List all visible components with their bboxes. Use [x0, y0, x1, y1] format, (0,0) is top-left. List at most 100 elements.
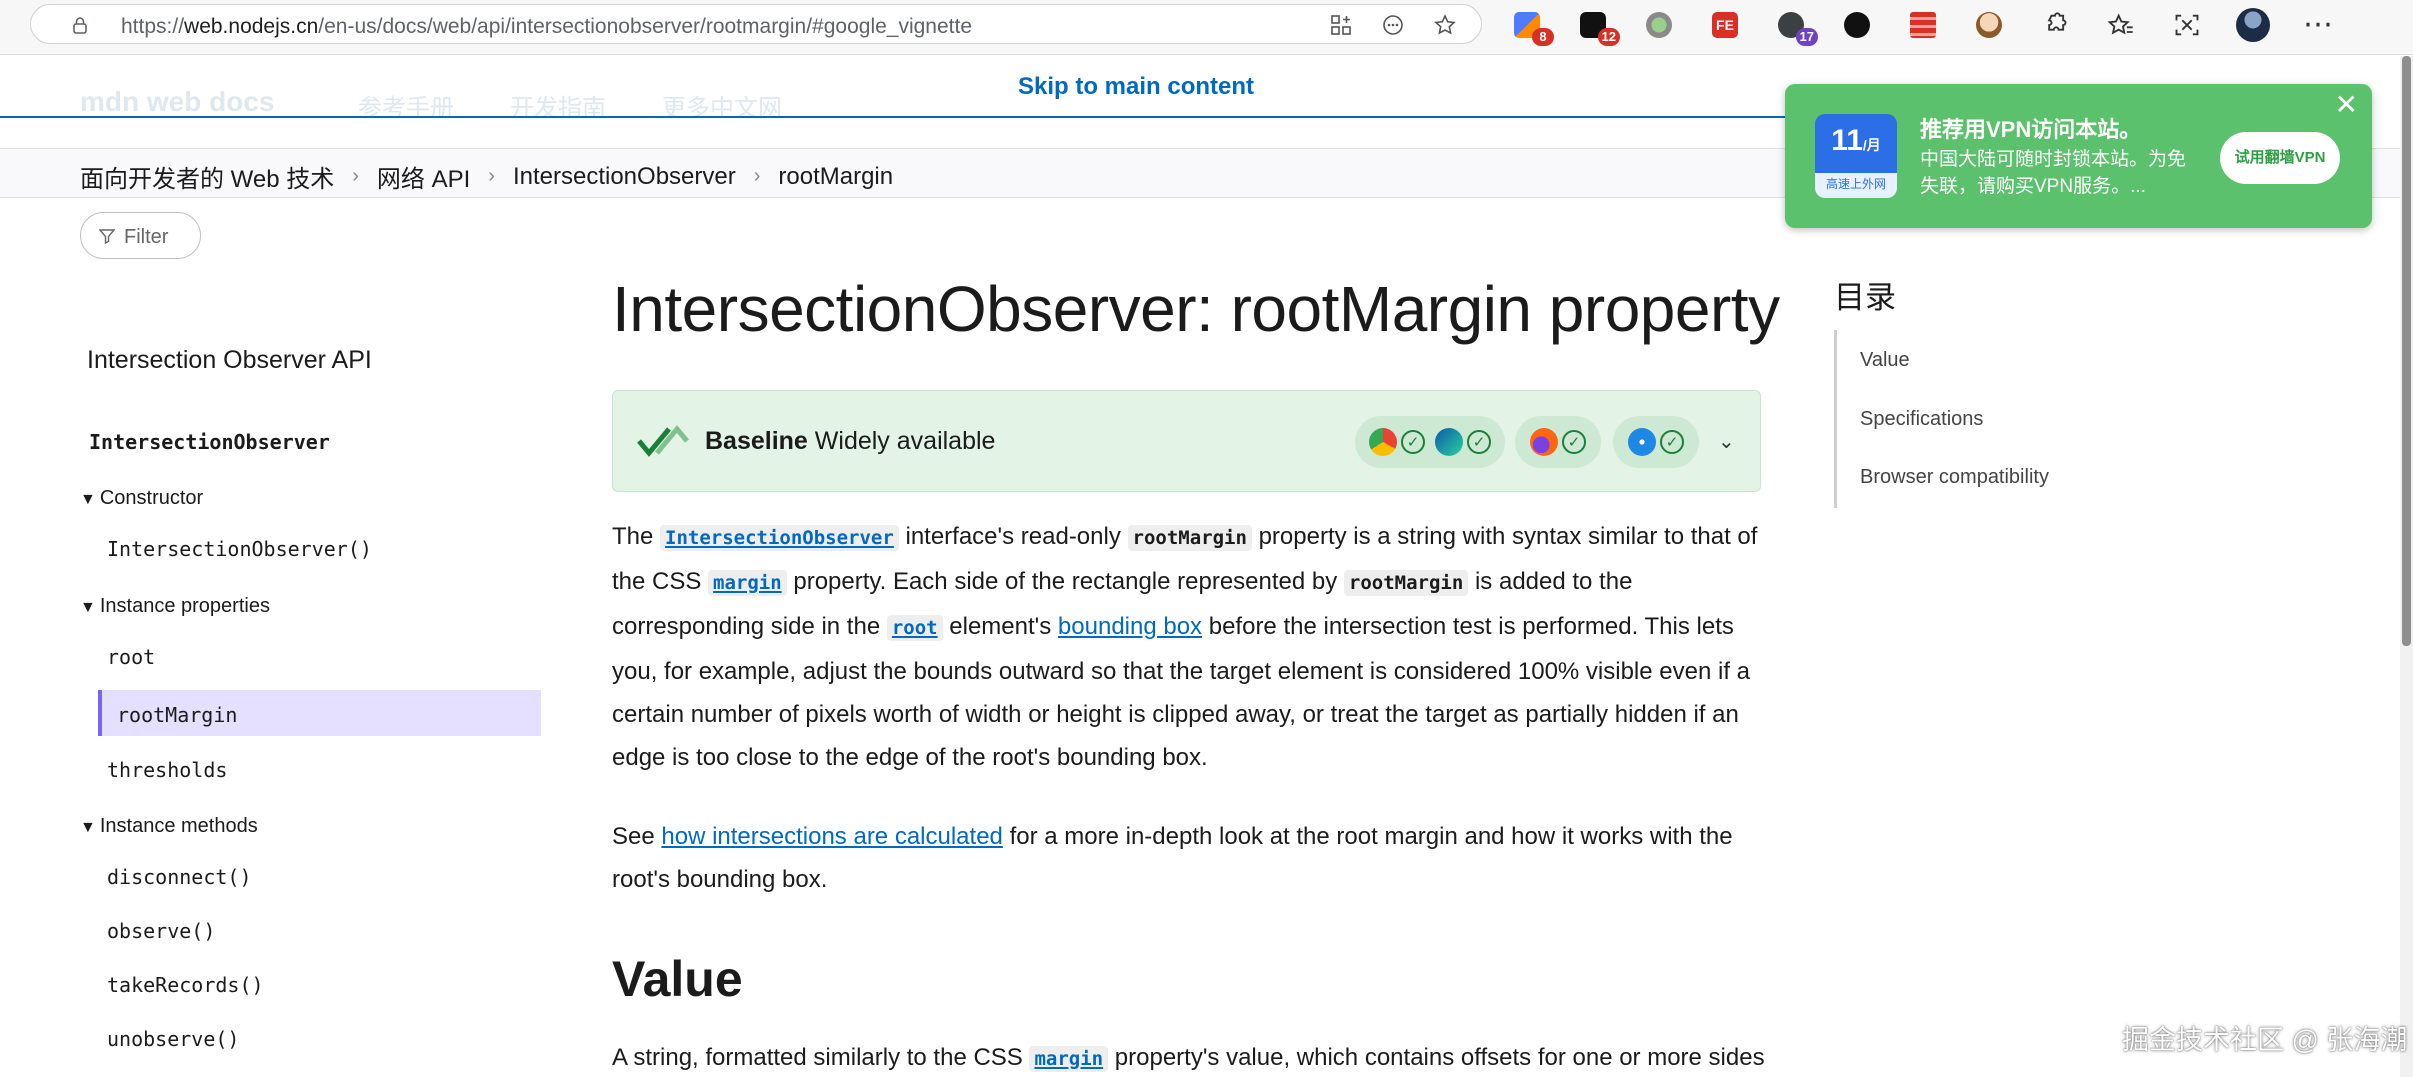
- chevron-right-icon: ›: [488, 165, 495, 187]
- extension-fe[interactable]: FE: [1708, 8, 1742, 42]
- favorites-button[interactable]: [2104, 8, 2138, 42]
- safari-icon: [1628, 428, 1656, 456]
- try-vpn-button[interactable]: 试用翻墙VPN: [2220, 132, 2340, 184]
- sidebar-group-label: Instance methods: [99, 815, 258, 837]
- sidebar-item-constructor[interactable]: IntersectionObserver(): [107, 537, 372, 561]
- browser-support-safari: ✓: [1613, 416, 1699, 468]
- page-title: IntersectionObserver: rootMargin propert…: [612, 273, 1780, 345]
- extension-face[interactable]: [1972, 8, 2006, 42]
- favorite-star-icon[interactable]: [1433, 13, 1457, 37]
- more-dots-icon: ⋯: [2303, 8, 2335, 41]
- watermark-text: 掘金技术社区 @ 张海潮: [2122, 1025, 2408, 1055]
- breadcrumb-item[interactable]: 面向开发者的 Web 技术: [80, 159, 334, 194]
- breadcrumb: 面向开发者的 Web 技术 › 网络 API › IntersectionObs…: [80, 159, 893, 194]
- link-intersectionobserver[interactable]: IntersectionObserver: [660, 523, 899, 551]
- lock-icon[interactable]: [71, 16, 89, 34]
- toc-item-specifications[interactable]: Specifications: [1860, 408, 1983, 431]
- sidebar-item-observe[interactable]: observe(): [107, 919, 215, 943]
- link-margin[interactable]: margin: [708, 568, 787, 596]
- face-icon: [1976, 12, 2002, 38]
- sidebar-item-intersectionobserver[interactable]: IntersectionObserver: [89, 430, 330, 454]
- caret-down-icon: ▼: [80, 819, 96, 836]
- promo-image-caption: 高速上外网: [1825, 177, 1886, 191]
- baseline-label: Baseline Widely available: [705, 427, 995, 456]
- check-icon: ✓: [1467, 430, 1491, 454]
- sidebar-group-methods[interactable]: ▼ Instance methods: [80, 815, 258, 838]
- value-paragraph: A string, formatted similarly to the CSS…: [612, 1044, 1765, 1072]
- sidebar-item-disconnect[interactable]: disconnect(): [107, 865, 252, 889]
- settings-more-button[interactable]: ⋯: [2302, 8, 2336, 42]
- sidebar-filter-input[interactable]: Filter: [80, 212, 201, 259]
- github-icon: [1844, 12, 1870, 38]
- sidebar-item-rootmargin[interactable]: rootMargin: [117, 703, 237, 727]
- toc-item-value[interactable]: Value: [1860, 349, 1910, 372]
- section-heading-value: Value: [612, 951, 743, 1007]
- extension-badge: 17: [1795, 28, 1818, 46]
- app-available-icon[interactable]: [1329, 13, 1353, 37]
- code-rootmargin: rootMargin: [1127, 525, 1252, 551]
- baseline-banner[interactable]: Baseline Widely available ✓ ✓ ✓ ✓ ⌄: [612, 390, 1761, 492]
- toc-item-browser-compatibility[interactable]: Browser compatibility: [1860, 466, 2049, 489]
- baseline-status: Widely available: [814, 427, 996, 455]
- filter-placeholder: Filter: [124, 226, 169, 248]
- sidebar-title[interactable]: Intersection Observer API: [87, 346, 372, 375]
- extension-puzzle-grid[interactable]: 8: [1510, 8, 1554, 46]
- toc-title: 目录: [1834, 280, 1896, 315]
- link-root[interactable]: root: [886, 613, 943, 641]
- promo-title: 推荐用VPN访问本站。: [1920, 117, 2142, 142]
- sidebar-item-root[interactable]: root: [107, 645, 155, 669]
- link-margin[interactable]: margin: [1029, 1044, 1109, 1072]
- breadcrumb-item[interactable]: IntersectionObserver: [513, 163, 736, 191]
- url-scheme: https://: [121, 15, 185, 38]
- scrollbar-thumb[interactable]: [2402, 56, 2411, 646]
- url-text[interactable]: https://web.nodejs.cn/en-us/docs/web/api…: [121, 15, 972, 39]
- link-bounding-box[interactable]: bounding box: [1058, 613, 1202, 640]
- address-bar[interactable]: https://web.nodejs.cn/en-us/docs/web/api…: [30, 4, 1482, 44]
- browser-toolbar: https://web.nodejs.cn/en-us/docs/web/api…: [0, 0, 2413, 55]
- breadcrumb-item[interactable]: 网络 API: [377, 159, 470, 194]
- profile-button[interactable]: [2236, 8, 2270, 42]
- extension-circle[interactable]: [1642, 8, 1676, 42]
- firefox-icon: [1530, 428, 1558, 456]
- sidebar-group-label: Instance properties: [99, 595, 270, 617]
- notes-icon: [1910, 12, 1936, 38]
- intro-paragraph: The IntersectionObserver interface's rea…: [612, 523, 1758, 771]
- browser-support-firefox: ✓: [1515, 416, 1601, 468]
- edge-icon: [1435, 428, 1463, 456]
- check-icon: ✓: [1562, 430, 1586, 454]
- url-path: /en-us/docs/web/api/intersectionobserver…: [318, 15, 973, 38]
- check-icon: ✓: [1660, 430, 1684, 454]
- extensions-bar: 8 12 FE 17 ⋯: [1510, 8, 2336, 46]
- favorites-star-icon: [2107, 13, 2133, 35]
- page-scrollbar[interactable]: [2400, 56, 2413, 1077]
- extensions-puzzle-button[interactable]: [2038, 8, 2072, 42]
- sidebar-item-unobserve[interactable]: unobserve(): [107, 1027, 239, 1051]
- extension-wordpress[interactable]: 17: [1774, 8, 1818, 46]
- sidebar-group-constructor[interactable]: ▼ Constructor: [80, 487, 203, 510]
- vpn-promo-popup: 11/月 高速上外网 推荐用VPN访问本站。 中国大陆可随时封锁本站。为免失联，…: [1785, 84, 2372, 228]
- browser-support-chromium: ✓ ✓: [1355, 416, 1505, 468]
- breadcrumb-item-current[interactable]: rootMargin: [778, 163, 893, 191]
- chrome-icon: [1369, 428, 1397, 456]
- baseline-check-icon: [637, 425, 689, 457]
- reading-emoji-icon[interactable]: [1381, 13, 1405, 37]
- extension-chat[interactable]: 12: [1576, 8, 1620, 46]
- close-icon[interactable]: ✕: [2335, 88, 2358, 121]
- sidebar-group-label: Constructor: [99, 487, 204, 509]
- screenshot-button[interactable]: [2170, 8, 2204, 42]
- link-how-intersections-calculated[interactable]: how intersections are calculated: [661, 823, 1003, 850]
- avatar: [2236, 8, 2270, 42]
- extension-notes[interactable]: [1906, 8, 1940, 42]
- sidebar-item-thresholds[interactable]: thresholds: [107, 758, 227, 782]
- chevron-down-icon[interactable]: ⌄: [1718, 429, 1735, 454]
- vpn-promo-image: 11/月 高速上外网: [1815, 114, 1897, 198]
- url-host: web.nodejs.cn: [184, 15, 319, 38]
- sidebar-group-properties[interactable]: ▼ Instance properties: [80, 595, 270, 618]
- sidebar-item-takerecords[interactable]: takeRecords(): [107, 973, 264, 997]
- fe-icon: FE: [1712, 12, 1738, 38]
- filter-icon: [99, 229, 115, 244]
- toc-divider: [1834, 330, 1837, 508]
- circle-icon: [1646, 12, 1672, 38]
- extension-github[interactable]: [1840, 8, 1874, 42]
- extension-badge: 12: [1597, 28, 1620, 46]
